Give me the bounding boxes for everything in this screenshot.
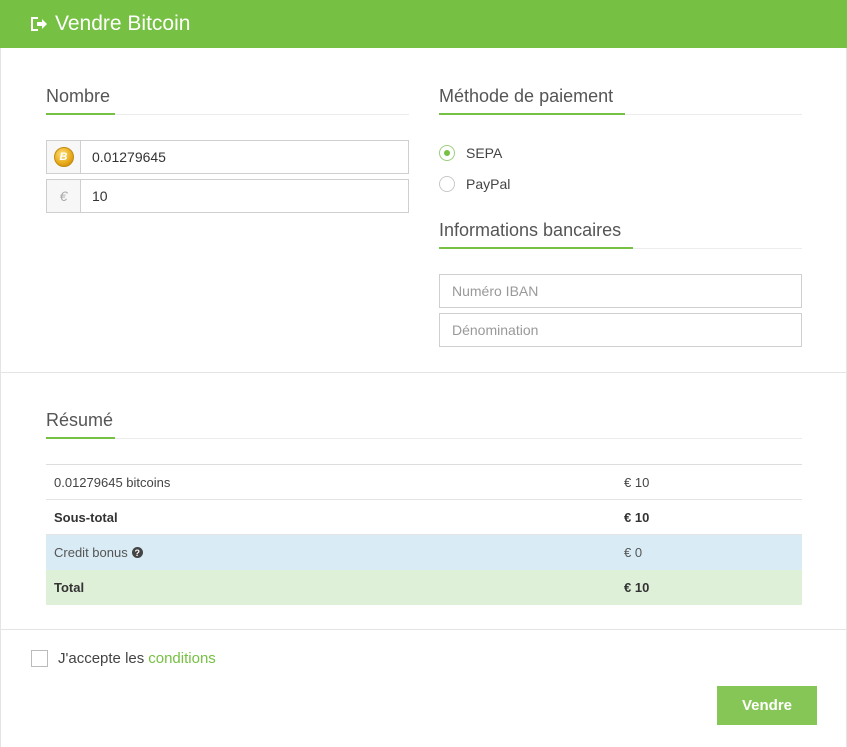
terms-text: J'accepte les (58, 650, 145, 667)
page-header: Vendre Bitcoin (0, 0, 847, 48)
summary-row-subtotal: Sous-total € 10 (46, 500, 802, 535)
sepa-label: SEPA (466, 145, 503, 161)
iban-input[interactable] (439, 274, 802, 308)
amount-title-underline (46, 113, 115, 115)
account-name-input[interactable] (439, 313, 802, 347)
summary-label: Credit bonus (54, 545, 128, 560)
summary-title-underline (46, 437, 115, 439)
section-separator (0, 629, 847, 630)
summary-row-bitcoins: 0.01279645 bitcoins € 10 (46, 465, 802, 500)
conditions-link[interactable]: conditions (148, 650, 216, 667)
summary-row-total: Total € 10 (46, 570, 802, 605)
eur-amount-field[interactable]: € 10 (46, 179, 409, 213)
radio-selected-dot (444, 150, 450, 156)
payment-option-paypal[interactable]: PayPal (439, 176, 510, 192)
summary-label: Total (54, 580, 85, 595)
bitcoin-coin-icon: B (53, 147, 74, 167)
section-separator (0, 372, 847, 373)
summary-label-wrap: Credit bonus ? (46, 545, 624, 560)
question-circle-icon[interactable]: ? (131, 547, 143, 558)
payment-section-title: Méthode de paiement (439, 86, 614, 106)
bank-title-underline (439, 247, 633, 249)
summary-table: 0.01279645 bitcoins € 10 Sous-total € 10… (46, 464, 802, 605)
btc-addon: B (47, 141, 81, 173)
summary-row-bonus: Credit bonus ? € 0 (46, 535, 802, 570)
bank-section-title: Informations bancaires (439, 220, 622, 240)
sign-out-icon (30, 14, 50, 34)
summary-amount: € 0 (624, 545, 643, 560)
summary-label: Sous-total (54, 509, 118, 525)
summary-section-title: Résumé (46, 410, 114, 430)
paypal-label: PayPal (466, 176, 511, 192)
page-title: Vendre Bitcoin (55, 12, 191, 35)
summary-amount: € 10 (624, 474, 650, 490)
euro-icon: € (47, 180, 81, 212)
payment-option-sepa[interactable]: SEPA (439, 145, 502, 161)
amount-section-title: Nombre (46, 86, 111, 106)
terms-checkbox[interactable] (31, 650, 48, 667)
btc-amount-value[interactable]: 0.01279645 (81, 141, 408, 173)
sell-button[interactable]: Vendre (717, 686, 817, 725)
paypal-radio[interactable] (439, 176, 455, 192)
summary-amount: € 10 (624, 509, 650, 525)
summary-title-rule (46, 438, 802, 439)
btc-amount-field[interactable]: B 0.01279645 (46, 140, 409, 174)
summary-amount: € 10 (624, 580, 650, 595)
summary-label: 0.01279645 bitcoins (54, 474, 171, 490)
terms-row: J'accepte les conditions (31, 650, 216, 667)
sepa-radio[interactable] (439, 145, 455, 161)
eur-amount-value[interactable]: 10 (81, 180, 408, 212)
payment-title-underline (439, 113, 625, 115)
